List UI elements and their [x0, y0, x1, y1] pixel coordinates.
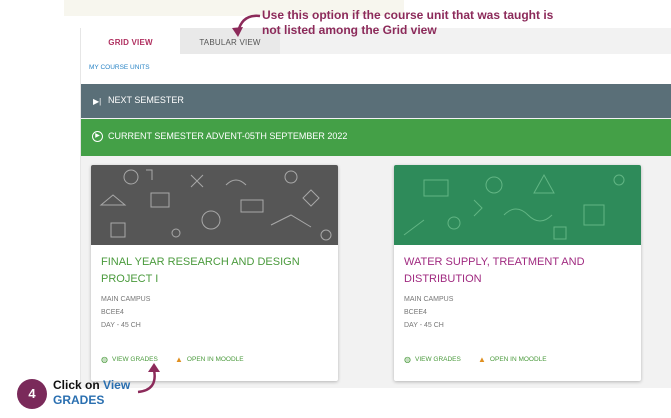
skip-next-icon: ▶| [93, 97, 102, 106]
current-semester-bar[interactable]: ▶ CURRENT SEMESTER ADVENT-05TH SEPTEMBER… [81, 119, 671, 156]
step-grades-text: GRADES [53, 393, 105, 407]
annotation-arrow-up [232, 14, 261, 37]
course-card[interactable]: FINAL YEAR RESEARCH AND DESIGN PROJECT I… [91, 165, 338, 381]
play-circle-icon: ▶ [92, 131, 103, 142]
course-title[interactable]: FINAL YEAR RESEARCH AND DESIGN PROJECT I [101, 254, 326, 288]
annotation-arrow-curve [137, 363, 160, 394]
open-in-moodle-label: OPEN IN MOODLE [489, 356, 547, 363]
course-session: DAY - 45 CH [101, 322, 141, 329]
breadcrumb-my-course-units[interactable]: MY COURSE UNITS [89, 64, 150, 71]
view-grades-link[interactable]: ◍ VIEW GRADES [404, 355, 461, 364]
course-card[interactable]: WATER SUPPLY, TREATMENT AND DISTRIBUTION… [394, 165, 641, 381]
course-units-panel: GRID VIEW TABULAR VIEW MY COURSE UNITS ▶… [80, 28, 671, 388]
tab-grid-view[interactable]: GRID VIEW [81, 28, 180, 54]
next-semester-bar[interactable]: ▶| NEXT SEMESTER [81, 84, 671, 118]
course-code: BCEE4 [101, 309, 124, 316]
breadcrumb: MY COURSE UNITS [81, 54, 671, 84]
open-in-moodle-link[interactable]: ▲ OPEN IN MOODLE [175, 355, 244, 364]
green-doodle-pattern [403, 173, 625, 240]
step-instruction: Click on View GRADES [53, 378, 130, 408]
moodle-icon: ▲ [478, 355, 486, 364]
step-click-text: Click on [53, 378, 100, 392]
course-title[interactable]: WATER SUPPLY, TREATMENT AND DISTRIBUTION [404, 254, 629, 288]
next-semester-label: NEXT SEMESTER [108, 95, 184, 105]
course-session: DAY - 45 CH [404, 322, 444, 329]
grades-icon: ◍ [404, 355, 411, 364]
open-in-moodle-label: OPEN IN MOODLE [186, 356, 244, 363]
course-campus: MAIN CAMPUS [404, 296, 454, 303]
course-code: BCEE4 [404, 309, 427, 316]
annotation-top-note: Use this option if the course unit that … [262, 8, 554, 37]
course-cards: FINAL YEAR RESEARCH AND DESIGN PROJECT I… [81, 156, 671, 388]
open-in-moodle-link[interactable]: ▲ OPEN IN MOODLE [478, 355, 547, 364]
current-semester-label: CURRENT SEMESTER ADVENT-05TH SEPTEMBER 2… [108, 131, 348, 141]
moodle-icon: ▲ [175, 355, 183, 364]
page: GRID VIEW TABULAR VIEW MY COURSE UNITS ▶… [0, 0, 671, 418]
step-view-text: View [103, 378, 131, 392]
card-banner-green [394, 165, 641, 245]
card-banner-chalkboard [91, 165, 338, 245]
view-grades-label: VIEW GRADES [414, 356, 461, 363]
course-campus: MAIN CAMPUS [101, 296, 151, 303]
grades-icon: ◍ [101, 355, 108, 364]
step-number-badge: 4 [17, 379, 47, 409]
chalkboard-doodle-pattern [99, 169, 332, 241]
